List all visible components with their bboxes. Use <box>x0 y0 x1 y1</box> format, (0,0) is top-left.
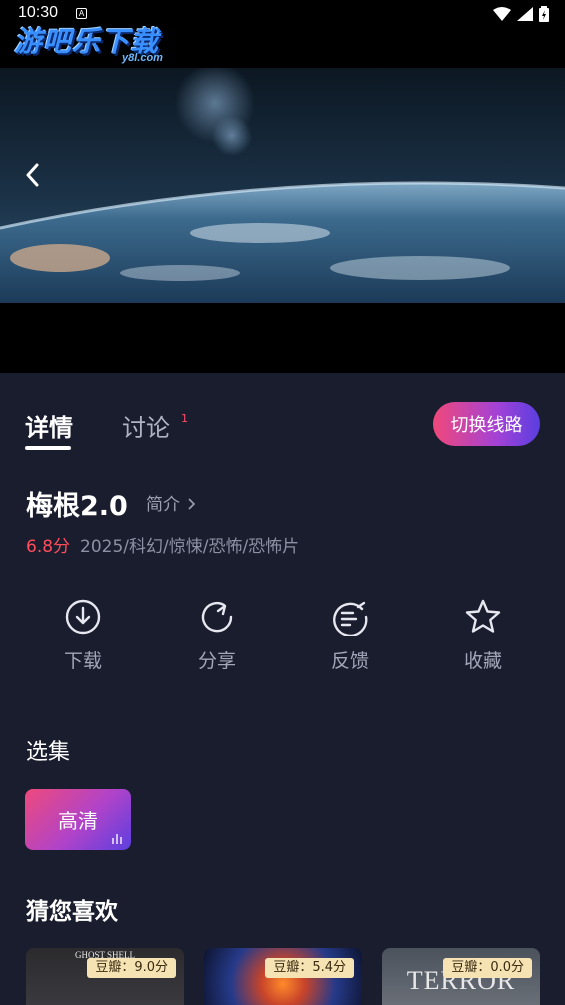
movie-meta: 2025/科幻/惊悚/恐怖/恐怖片 <box>80 537 300 557</box>
active-tab-indicator <box>25 446 71 450</box>
recommend-card[interactable]: 豆瓣：5.4分 <box>204 948 362 1005</box>
tab-details[interactable]: 详情 <box>25 408 73 443</box>
status-bar: 10:30 A 游吧乐下载 y8l.com <box>0 0 565 68</box>
feedback-icon <box>333 601 368 636</box>
switch-line-button[interactable]: 切换线路 <box>433 402 540 446</box>
episodes-heading: 选集 <box>26 740 71 765</box>
intro-link[interactable]: 简介 <box>146 490 196 515</box>
feedback-label: 反馈 <box>330 650 369 672</box>
chevron-left-icon <box>26 163 39 187</box>
video-player[interactable] <box>0 68 565 373</box>
download-button[interactable]: 下载 <box>43 598 123 673</box>
share-icon <box>201 601 233 633</box>
discussion-count-badge: 1 <box>181 412 188 425</box>
back-button[interactable] <box>20 160 44 190</box>
star-icon <box>465 599 501 633</box>
wifi-icon <box>493 7 511 21</box>
douban-score-badge: 豆瓣：9.0分 <box>87 958 176 978</box>
tab-discussion[interactable]: 讨论 <box>122 408 170 443</box>
episode-hd-button[interactable]: 高清 <box>25 789 131 850</box>
share-button[interactable]: 分享 <box>177 598 257 673</box>
movie-title: 梅根2.0 <box>26 491 128 522</box>
watermark-site: y8l.com <box>122 52 163 64</box>
feedback-button[interactable]: 反馈 <box>310 598 390 673</box>
status-indicator: A <box>76 8 87 19</box>
battery-icon <box>539 6 549 22</box>
download-icon <box>65 599 101 635</box>
share-label: 分享 <box>197 650 236 672</box>
status-icons <box>493 6 549 22</box>
download-label: 下载 <box>63 650 102 672</box>
intro-label: 简介 <box>146 495 180 515</box>
recommend-heading: 猜您喜欢 <box>26 899 118 925</box>
movie-score: 6.8分 <box>26 537 71 557</box>
favorite-label: 收藏 <box>463 650 502 672</box>
douban-score-badge: 豆瓣：5.4分 <box>265 958 354 978</box>
chevron-right-icon <box>188 498 196 510</box>
recommend-card[interactable]: TERROR 豆瓣：0.0分 <box>382 948 540 1005</box>
favorite-button[interactable]: 收藏 <box>443 598 523 673</box>
recommend-list: GHOST SHELL 豆瓣：9.0分 豆瓣：5.4分 TERROR 豆瓣：0.… <box>0 948 565 1005</box>
recommend-card[interactable]: GHOST SHELL 豆瓣：9.0分 <box>26 948 184 1005</box>
playing-bars-icon <box>112 834 122 844</box>
action-bar: 下载 分享 反馈 收藏 <box>0 598 565 678</box>
episode-label: 高清 <box>58 809 98 833</box>
douban-score-badge: 豆瓣：0.0分 <box>443 958 532 978</box>
detail-tabs: 详情 讨论 1 切换线路 <box>0 400 565 452</box>
earth-scene-image <box>0 68 565 303</box>
signal-icon <box>517 7 533 21</box>
